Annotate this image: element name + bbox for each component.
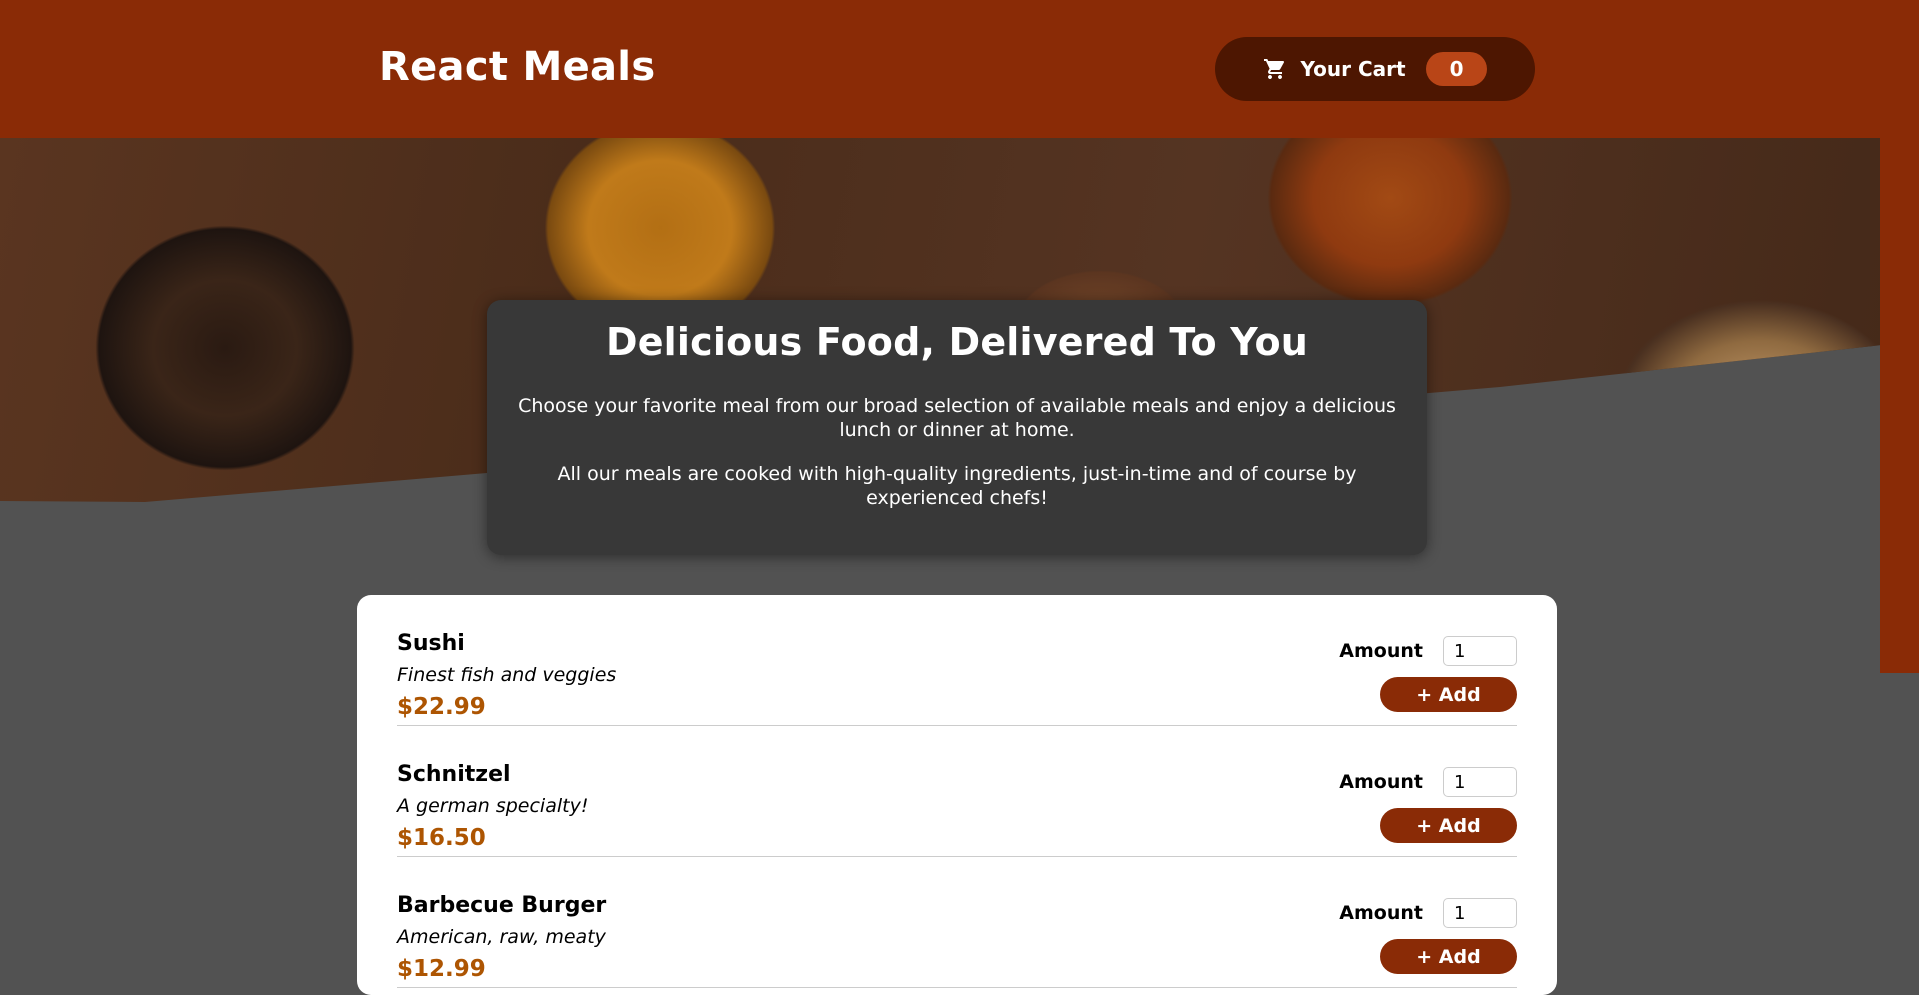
summary-paragraph-1: Choose your favorite meal from our broad… (518, 395, 1396, 441)
add-to-cart-button[interactable]: + Add (1380, 677, 1517, 712)
add-to-cart-button[interactable]: + Add (1380, 939, 1517, 974)
cart-label: Your Cart (1300, 57, 1406, 81)
hero-edge-strip (1880, 138, 1919, 673)
meal-add-form: Amount + Add (1337, 766, 1517, 843)
meals-summary: Delicious Food, Delivered To You Choose … (487, 300, 1427, 555)
amount-label: Amount (1339, 902, 1423, 924)
meal-item: Schnitzel A german specialty! $16.50 Amo… (397, 726, 1517, 857)
amount-input[interactable] (1443, 636, 1517, 666)
amount-label: Amount (1339, 640, 1423, 662)
amount-row: Amount (1337, 766, 1517, 798)
meal-item: Barbecue Burger American, raw, meaty $12… (397, 857, 1517, 988)
amount-input[interactable] (1443, 767, 1517, 797)
amount-input[interactable] (1443, 898, 1517, 928)
available-meals: Sushi Finest fish and veggies $22.99 Amo… (357, 595, 1557, 995)
summary-title: Delicious Food, Delivered To You (605, 320, 1309, 364)
amount-row: Amount (1337, 635, 1517, 667)
app-header: React Meals Your Cart 0 (0, 0, 1919, 138)
summary-paragraph-2: All our meals are cooked with high-quali… (557, 463, 1357, 509)
amount-row: Amount (1337, 897, 1517, 929)
shopping-cart-icon (1263, 57, 1287, 81)
meal-add-form: Amount + Add (1337, 897, 1517, 974)
brand-title: React Meals (379, 44, 656, 90)
cart-count-badge: 0 (1425, 52, 1488, 86)
meal-add-form: Amount + Add (1337, 635, 1517, 712)
amount-label: Amount (1339, 771, 1423, 793)
add-to-cart-button[interactable]: + Add (1380, 808, 1517, 843)
cart-button[interactable]: Your Cart 0 (1215, 37, 1535, 101)
meal-item: Sushi Finest fish and veggies $22.99 Amo… (397, 595, 1517, 726)
